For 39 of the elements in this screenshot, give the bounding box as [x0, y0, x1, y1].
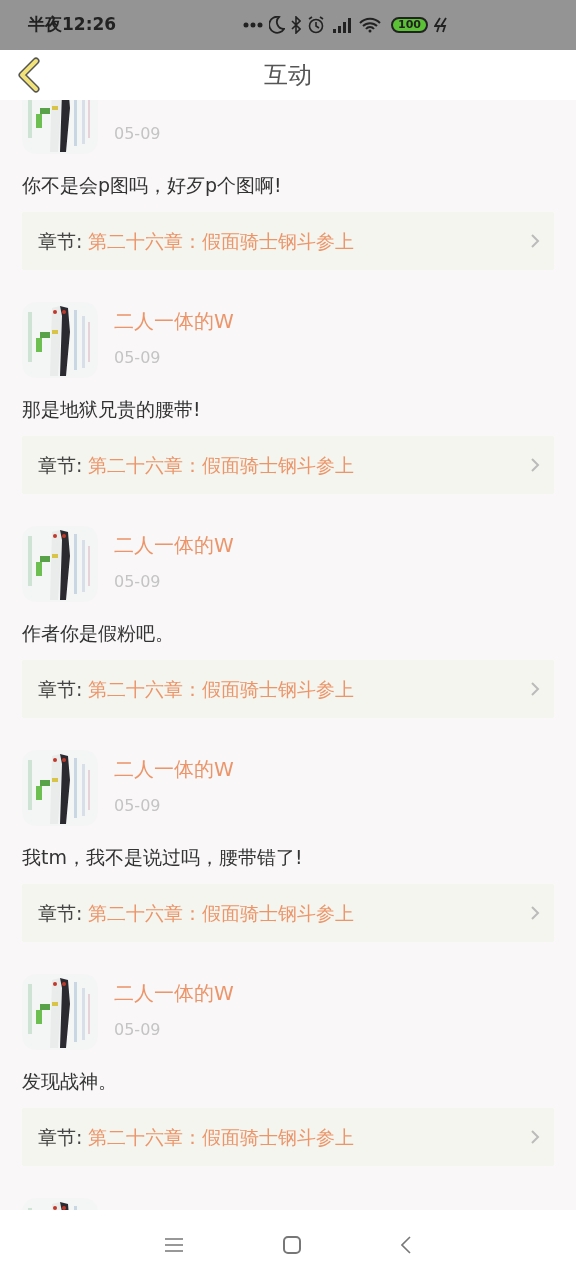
- page-title: 互动: [264, 60, 312, 91]
- chapter-link[interactable]: 章节: 第二十六章：假面骑士钢斗参上: [22, 436, 554, 494]
- alarm-icon: [307, 16, 326, 34]
- wifi-icon: [359, 17, 382, 33]
- chapter-label: 章节:: [38, 1124, 83, 1150]
- chevron-icon: [530, 681, 540, 697]
- chapter-link[interactable]: 章节: 第二十六章：假面骑士钢斗参上: [22, 660, 554, 718]
- home-icon[interactable]: [283, 1236, 301, 1254]
- back-nav-icon[interactable]: [401, 1236, 411, 1254]
- chevron-icon: [530, 905, 540, 921]
- more-icon: [243, 22, 264, 28]
- comment-text: 你不是会p图吗，好歹p个图啊!: [22, 173, 283, 198]
- chevron-icon: [530, 457, 540, 473]
- chapter-label: 章节:: [38, 228, 83, 254]
- moon-icon: [269, 16, 286, 34]
- charging-icon: [434, 17, 448, 33]
- chapter-title: 第二十六章：假面骑士钢斗参上: [88, 1124, 355, 1150]
- menu-icon[interactable]: [165, 1238, 183, 1252]
- chevron-icon: [530, 1129, 540, 1145]
- chapter-link[interactable]: 章节: 第二十六章：假面骑士钢斗参上: [22, 1108, 554, 1166]
- chapter-label: 章节:: [38, 452, 83, 478]
- battery-indicator: 100: [391, 17, 428, 33]
- chapter-title: 第二十六章：假面骑士钢斗参上: [88, 900, 355, 926]
- chapter-title: 第二十六章：假面骑士钢斗参上: [88, 676, 355, 702]
- comment-text: 发现战神。: [22, 1069, 118, 1094]
- chapter-link[interactable]: 章节: 第二十六章：假面骑士钢斗参上: [22, 884, 554, 942]
- bluetooth-icon: [291, 16, 302, 34]
- signal-icon: [331, 16, 354, 34]
- comment-text: 作者你是假粉吧。: [22, 621, 175, 646]
- chapter-link[interactable]: 章节: 第二十六章：假面骑士钢斗参上: [22, 212, 554, 270]
- chapter-title: 第二十六章：假面骑士钢斗参上: [88, 452, 355, 478]
- chapter-title: 第二十六章：假面骑士钢斗参上: [88, 228, 355, 254]
- status-time: 半夜12:26: [28, 13, 117, 37]
- chapter-label: 章节:: [38, 900, 83, 926]
- chevron-icon: [530, 233, 540, 249]
- comment-text: 那是地狱兄贵的腰带!: [22, 397, 202, 422]
- comment-text: 我tm，我不是说过吗，腰带错了!: [22, 845, 304, 870]
- chapter-label: 章节:: [38, 676, 83, 702]
- back-icon: [16, 57, 42, 93]
